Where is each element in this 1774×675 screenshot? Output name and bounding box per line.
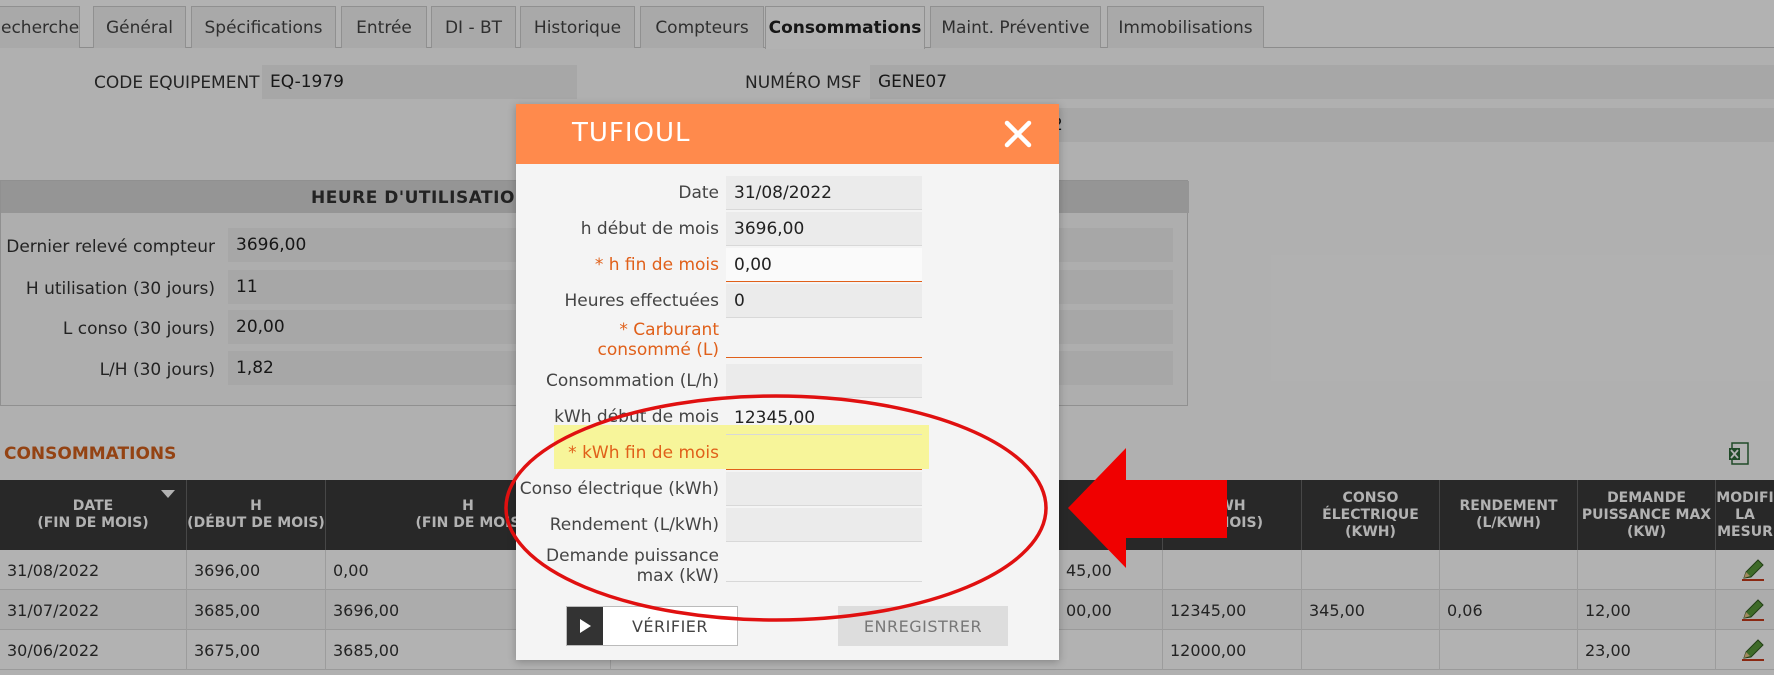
conso-electrique-label: Conso électrique (kWh) — [519, 479, 719, 499]
consommation-field[interactable] — [726, 364, 922, 398]
kwh-fin-input[interactable] — [726, 436, 922, 470]
save-button[interactable]: ENREGISTRER — [838, 606, 1008, 646]
carburant-consomme-label: * Carburant consommé (L) — [597, 320, 720, 360]
verify-button[interactable]: VÉRIFIER — [566, 606, 738, 646]
heures-effectuees-label: Heures effectuées — [564, 291, 719, 311]
h-fin-input[interactable]: 0,00 — [726, 248, 922, 282]
modal-header: TUFIOUL — [516, 104, 1059, 164]
conso-electrique-field[interactable] — [726, 472, 922, 506]
rendement-label: Rendement (L/kWh) — [549, 515, 719, 535]
rendement-field[interactable] — [726, 508, 922, 542]
carburant-consomme-input[interactable] — [726, 324, 922, 358]
play-icon — [580, 619, 591, 633]
heures-effectuees-field[interactable]: 0 — [726, 284, 922, 318]
demande-puissance-field[interactable] — [726, 548, 922, 582]
play-icon-box — [567, 607, 603, 645]
consumption-modal: TUFIOUL Date 31/08/2022 h début de mois … — [516, 104, 1059, 660]
h-debut-field[interactable]: 3696,00 — [726, 212, 922, 246]
date-field[interactable]: 31/08/2022 — [726, 176, 922, 210]
verify-button-label: VÉRIFIER — [631, 616, 709, 636]
modal-title: TUFIOUL — [572, 118, 691, 148]
close-icon[interactable] — [1002, 118, 1034, 150]
h-debut-label: h début de mois — [580, 219, 719, 239]
kwh-debut-label: kWh début de mois — [554, 407, 719, 427]
kwh-fin-label: * kWh fin de mois — [568, 443, 719, 463]
h-fin-label: * h fin de mois — [594, 255, 719, 275]
demande-puissance-label: Demande puissance max (kW) — [546, 546, 719, 586]
consommation-label: Consommation (L/h) — [545, 371, 719, 391]
kwh-debut-field[interactable]: 12345,00 — [726, 401, 922, 435]
date-label: Date — [678, 183, 719, 203]
